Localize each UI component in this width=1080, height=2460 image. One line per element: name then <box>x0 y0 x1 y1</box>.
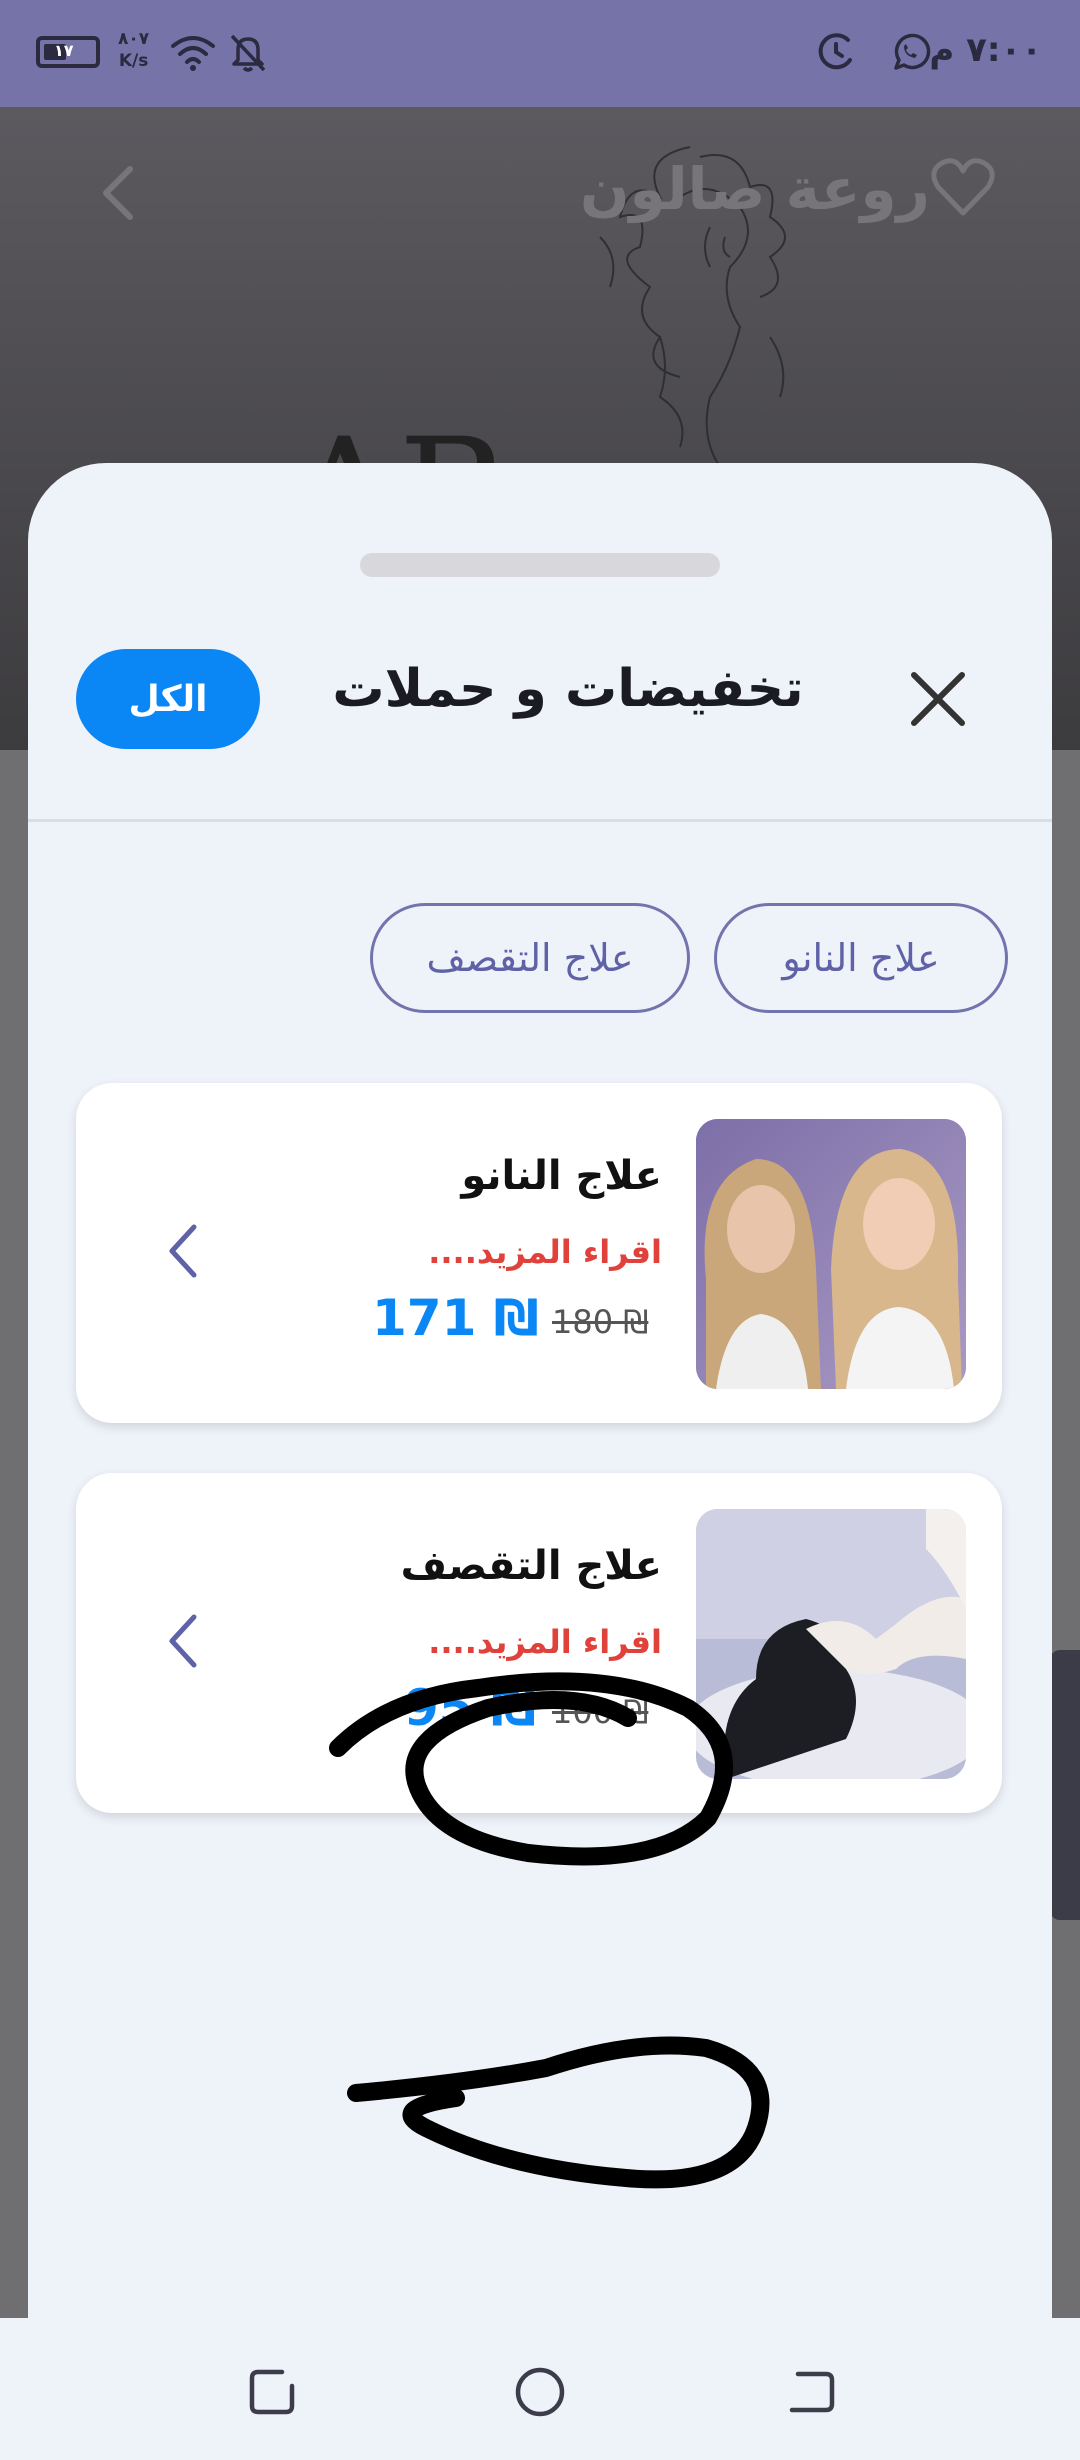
battery-icon: ١٧ <box>36 36 100 68</box>
chevron-left-icon[interactable] <box>164 1609 204 1673</box>
background-sliver <box>1050 1650 1080 1920</box>
sheet-title: تخفيضات و حملات <box>332 659 804 719</box>
whatsapp-icon <box>894 33 931 70</box>
filter-chip-split-ends[interactable]: علاج التقصف <box>370 903 690 1013</box>
back-icon[interactable] <box>784 2364 840 2420</box>
sheet-drag-handle[interactable] <box>360 553 720 577</box>
old-price: 100 ₪ <box>552 1693 649 1731</box>
network-speed: ٨٠٧ K/s <box>118 28 149 72</box>
battery-level: ١٧ <box>54 41 74 60</box>
two-women-hair-photo <box>696 1119 966 1389</box>
offer-title: علاج التقصف <box>400 1543 662 1589</box>
system-nav-bar <box>0 2318 1080 2460</box>
salon-title: روعة صالون <box>580 155 930 223</box>
read-more-link[interactable]: اقراء المزيد.... <box>428 1233 662 1271</box>
all-button[interactable]: الكل <box>76 649 260 749</box>
filter-chip-nano[interactable]: علاج النانو <box>714 903 1008 1013</box>
status-time: ٧:٠٠ م <box>929 30 1042 70</box>
offers-sheet: الكل تخفيضات و حملات علاج النانو علاج ال… <box>28 463 1052 2460</box>
recents-icon[interactable] <box>244 2364 300 2420</box>
offer-card-split-ends[interactable]: علاج التقصف اقراء المزيد.... 100 ₪ 95 ₪ <box>76 1473 1002 1813</box>
offer-title: علاج النانو <box>461 1153 662 1199</box>
heart-icon[interactable] <box>930 157 996 217</box>
offer-card-nano[interactable]: علاج النانو اقراء المزيد.... 180 ₪ 171 ₪ <box>76 1083 1002 1423</box>
read-more-link[interactable]: اقراء المزيد.... <box>428 1623 662 1661</box>
chevron-left-icon[interactable] <box>164 1219 204 1283</box>
hair-washing-photo <box>696 1509 966 1779</box>
status-bar: ١٧ ٨٠٧ K/s ٧:٠٠ م <box>0 0 1080 107</box>
network-speed-value: ٨٠٧ <box>118 29 150 49</box>
home-icon[interactable] <box>512 2364 568 2420</box>
new-price: 95 ₪ <box>404 1679 537 1737</box>
network-speed-unit: K/s <box>118 51 149 71</box>
new-price: 171 ₪ <box>372 1289 539 1347</box>
wifi-icon <box>171 36 215 71</box>
old-price: 180 ₪ <box>552 1303 649 1341</box>
sheet-divider <box>28 819 1052 822</box>
alarm-icon <box>818 33 852 70</box>
bell-off-icon <box>230 34 266 72</box>
close-icon[interactable] <box>898 659 978 739</box>
scribble-annotation-2 <box>347 2036 770 2189</box>
back-chevron-icon[interactable] <box>96 163 142 223</box>
